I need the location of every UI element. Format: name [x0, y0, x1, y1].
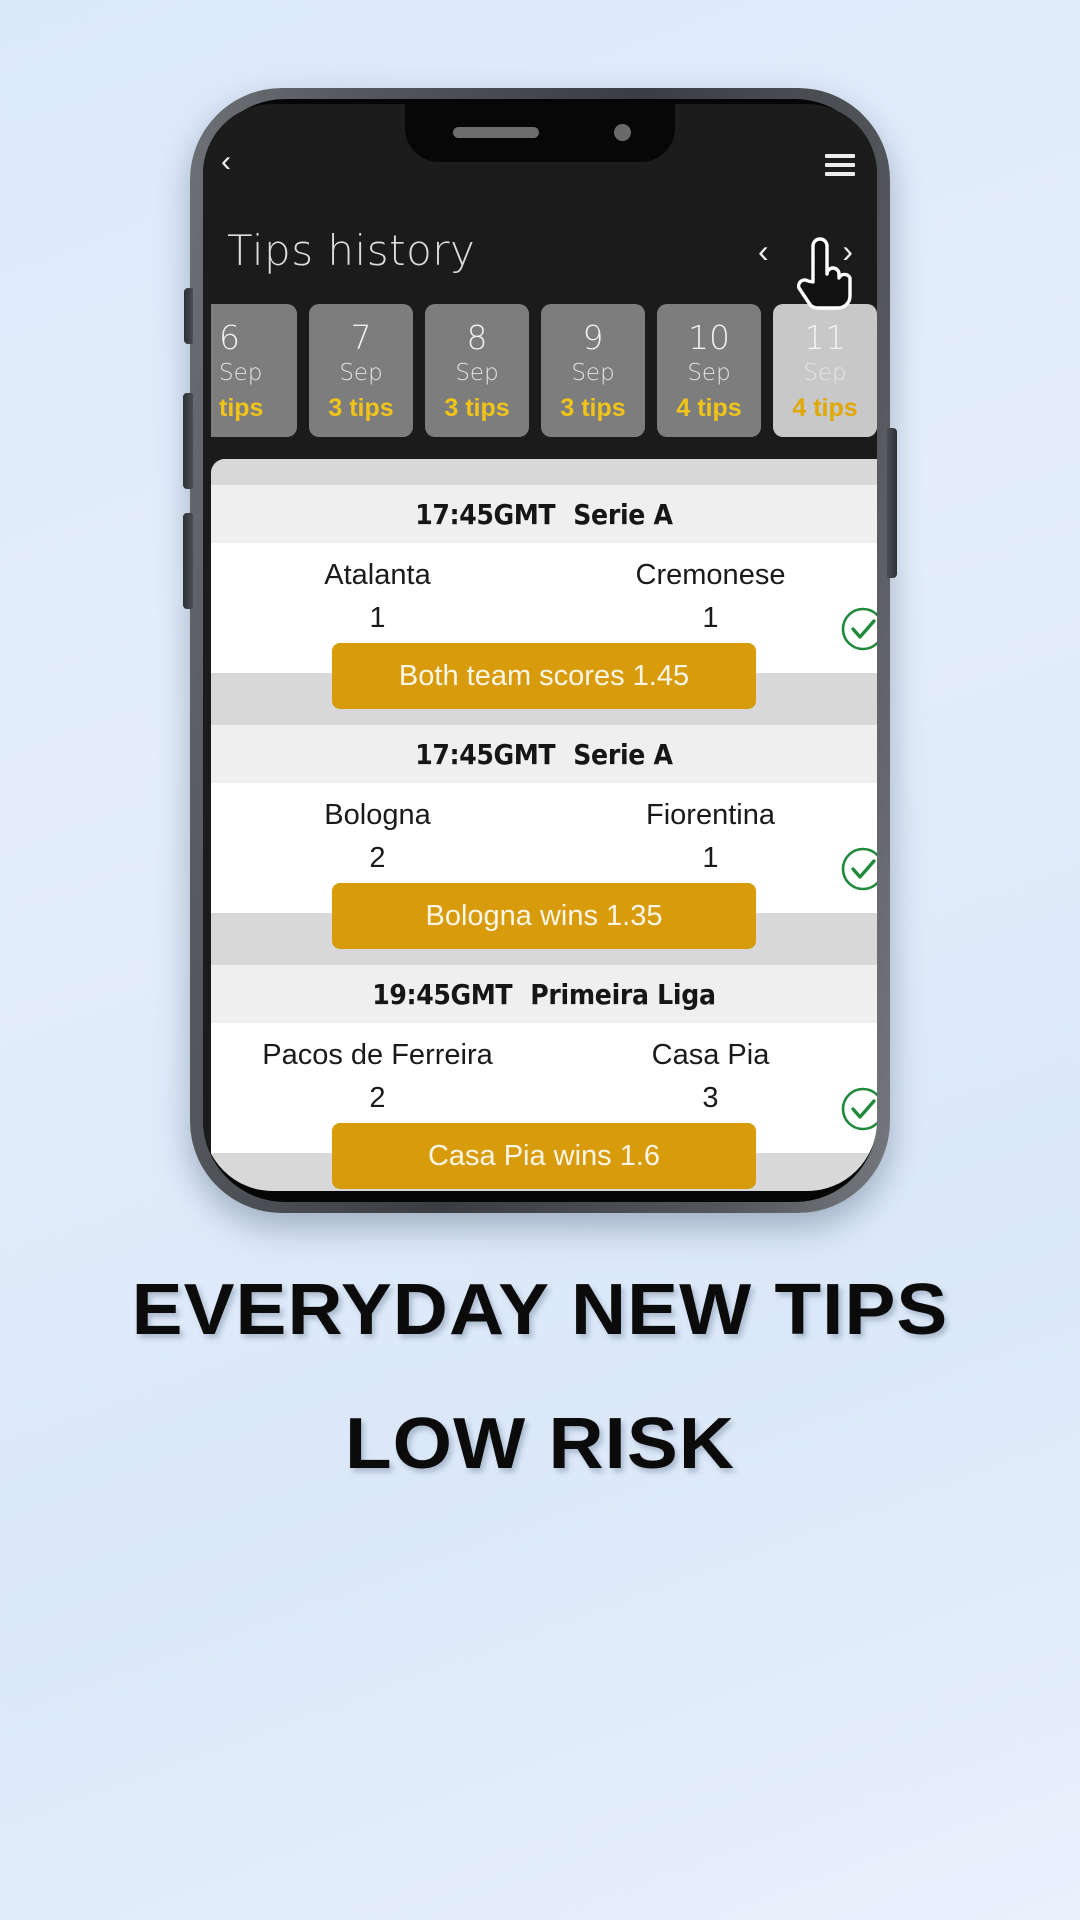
tip-button[interactable]: Casa Pia wins 1.6: [332, 1123, 756, 1189]
earpiece-speaker: [453, 127, 539, 138]
match-teams: Pacos de Ferreira 2 Casa Pia 3: [211, 1033, 877, 1119]
date-chip-day: 8: [466, 318, 488, 357]
away-team-name: Fiorentina: [646, 799, 775, 831]
pointing-hand-cursor: [796, 237, 852, 310]
date-chip-month: Sep: [455, 360, 499, 386]
date-chip[interactable]: 8 Sep 3 tips: [425, 304, 529, 437]
phone-notch: [405, 104, 675, 162]
date-chip-month: Sep: [219, 360, 263, 386]
match-header: 19:45GMT Primeira Liga: [211, 965, 877, 1023]
home-team: Pacos de Ferreira 2: [211, 1033, 544, 1119]
date-chip-selected[interactable]: 11 Sep 4 tips: [773, 304, 877, 437]
date-chip-tips: 3 tips: [560, 394, 626, 422]
date-chip-day: 10: [688, 318, 730, 357]
away-team: Cremonese 1: [544, 553, 877, 639]
away-team: Casa Pia 3: [544, 1033, 877, 1119]
status-won-check-icon: [841, 1087, 877, 1131]
phone-mute-switch[interactable]: [184, 288, 193, 344]
section-title: Tips history: [227, 226, 476, 275]
home-team-name: Pacos de Ferreira: [262, 1039, 493, 1071]
phone-mockup: ‹ Best Tips Of The Day Tips history ‹ ›: [183, 88, 897, 1213]
date-chip[interactable]: 9 Sep 3 tips: [541, 304, 645, 437]
match-time: 19:45GMT: [372, 977, 513, 1011]
match-body: Bologna 2 Fiorentina 1 Bologna wins 1.35: [211, 783, 877, 949]
phone-screen: ‹ Best Tips Of The Day Tips history ‹ ›: [203, 104, 877, 1191]
away-team-name: Casa Pia: [651, 1039, 770, 1071]
hamburger-line: [825, 172, 855, 176]
date-chip-month: Sep: [803, 360, 847, 386]
date-chip-day: 9: [582, 318, 604, 357]
hamburger-line: [825, 154, 855, 158]
match-league: Serie A: [573, 737, 673, 771]
match-header: 17:45GMT Serie A: [211, 485, 877, 543]
promo-line-1: EVERYDAY NEW TIPS: [131, 1270, 949, 1350]
date-chip-day: 11: [804, 318, 846, 357]
phone-volume-down-button[interactable]: [183, 513, 193, 609]
match-list[interactable]: 17:45GMT Serie A Atalanta 1 Cremonese 1: [211, 459, 877, 1191]
phone-power-button[interactable]: [887, 428, 897, 578]
match-body: Pacos de Ferreira 2 Casa Pia 3 Casa Pia …: [211, 1023, 877, 1189]
away-team-score: 1: [702, 842, 719, 874]
home-team: Bologna 2: [211, 793, 544, 879]
home-team: Atalanta 1: [211, 553, 544, 639]
away-team-name: Cremonese: [635, 559, 786, 591]
match-time: 17:45GMT: [415, 497, 556, 531]
home-team-score: 2: [369, 842, 386, 874]
date-chip[interactable]: 10 Sep 4 tips: [657, 304, 761, 437]
date-chip[interactable]: 7 Sep 3 tips: [309, 304, 413, 437]
promo-headline: EVERYDAY NEW TIPS LOW RISK: [0, 1264, 1080, 1490]
date-chip-tips: 3 tips: [328, 394, 394, 422]
match-row[interactable]: 19:45GMT Primeira Liga Pacos de Ferreira…: [211, 965, 877, 1191]
date-chip-day: 7: [350, 318, 372, 357]
chevron-left-icon[interactable]: ‹: [758, 232, 769, 270]
date-chip-tips: 4 tips: [676, 394, 742, 422]
home-team-name: Bologna: [324, 799, 431, 831]
back-icon[interactable]: ‹: [221, 147, 241, 177]
away-team-score: 1: [702, 602, 719, 634]
home-team-name: Atalanta: [324, 559, 431, 591]
tips-history-header: Tips history ‹ ›: [203, 204, 877, 310]
away-team: Fiorentina 1: [544, 793, 877, 879]
date-chip-list[interactable]: 6 Sep tips 7 Sep 3 tips 8 Sep 3 tips 9 S…: [203, 304, 877, 439]
status-won-check-icon: [841, 847, 877, 891]
match-teams: Bologna 2 Fiorentina 1: [211, 793, 877, 879]
date-chip-tips: tips: [219, 394, 264, 422]
date-chip-month: Sep: [571, 360, 615, 386]
list-top-spacer: [211, 459, 877, 485]
date-chip-tips: 4 tips: [792, 394, 858, 422]
home-team-score: 1: [369, 602, 386, 634]
match-header: 17:45GMT Serie A: [211, 725, 877, 783]
phone-volume-up-button[interactable]: [183, 393, 193, 489]
hamburger-icon[interactable]: [825, 154, 855, 176]
match-teams: Atalanta 1 Cremonese 1: [211, 553, 877, 639]
date-chip-day: 6: [219, 318, 240, 357]
date-chip[interactable]: 6 Sep tips: [211, 304, 297, 437]
date-chip-month: Sep: [687, 360, 731, 386]
tip-button[interactable]: Both team scores 1.45: [332, 643, 756, 709]
date-chip-tips: 3 tips: [444, 394, 510, 422]
home-team-score: 2: [369, 1082, 386, 1114]
away-team-score: 3: [702, 1082, 719, 1114]
promo-line-2: LOW RISK: [344, 1404, 736, 1484]
front-camera: [614, 124, 631, 141]
date-chip-month: Sep: [339, 360, 383, 386]
hamburger-line: [825, 163, 855, 167]
status-won-check-icon: [841, 607, 877, 651]
match-row[interactable]: 17:45GMT Serie A Atalanta 1 Cremonese 1: [211, 485, 877, 725]
tip-button[interactable]: Bologna wins 1.35: [332, 883, 756, 949]
app-viewport: ‹ Best Tips Of The Day Tips history ‹ ›: [203, 104, 877, 1191]
match-row[interactable]: 17:45GMT Serie A Bologna 2 Fiorentina 1: [211, 725, 877, 965]
match-league: Primeira Liga: [530, 977, 716, 1011]
match-body: Atalanta 1 Cremonese 1 Both team scores …: [211, 543, 877, 709]
match-league: Serie A: [573, 497, 673, 531]
match-time: 17:45GMT: [415, 737, 556, 771]
